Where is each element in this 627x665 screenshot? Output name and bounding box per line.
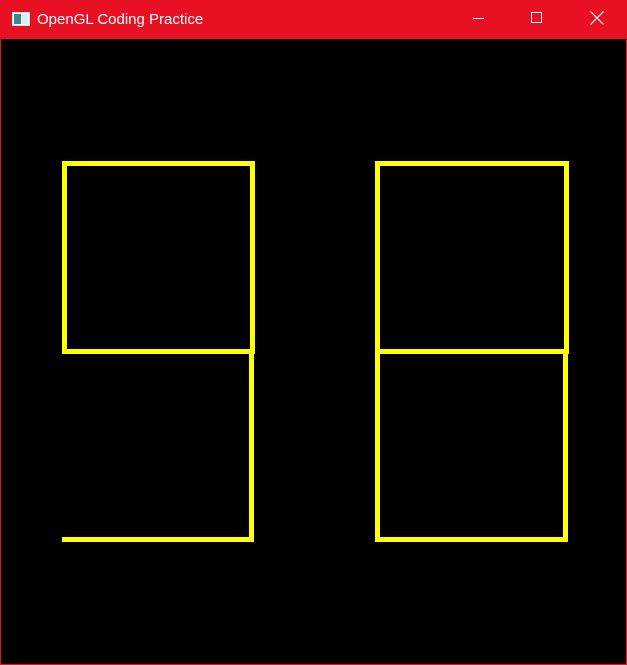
digit-9 [62,161,255,542]
minimize-icon [473,11,485,29]
app-window: OpenGL Coding Practice [0,0,627,665]
close-icon [590,10,604,30]
window-title: OpenGL Coding Practice [37,11,204,28]
opengl-canvas[interactable] [1,39,626,664]
maximize-button[interactable] [514,1,560,39]
title-bar[interactable]: OpenGL Coding Practice [1,1,626,39]
minimize-button[interactable] [456,1,502,39]
digit-8 [375,161,569,542]
seven-segment-drawing [62,161,569,542]
close-button[interactable] [574,1,620,39]
maximize-icon [531,11,543,29]
application-window-icon [12,12,30,26]
